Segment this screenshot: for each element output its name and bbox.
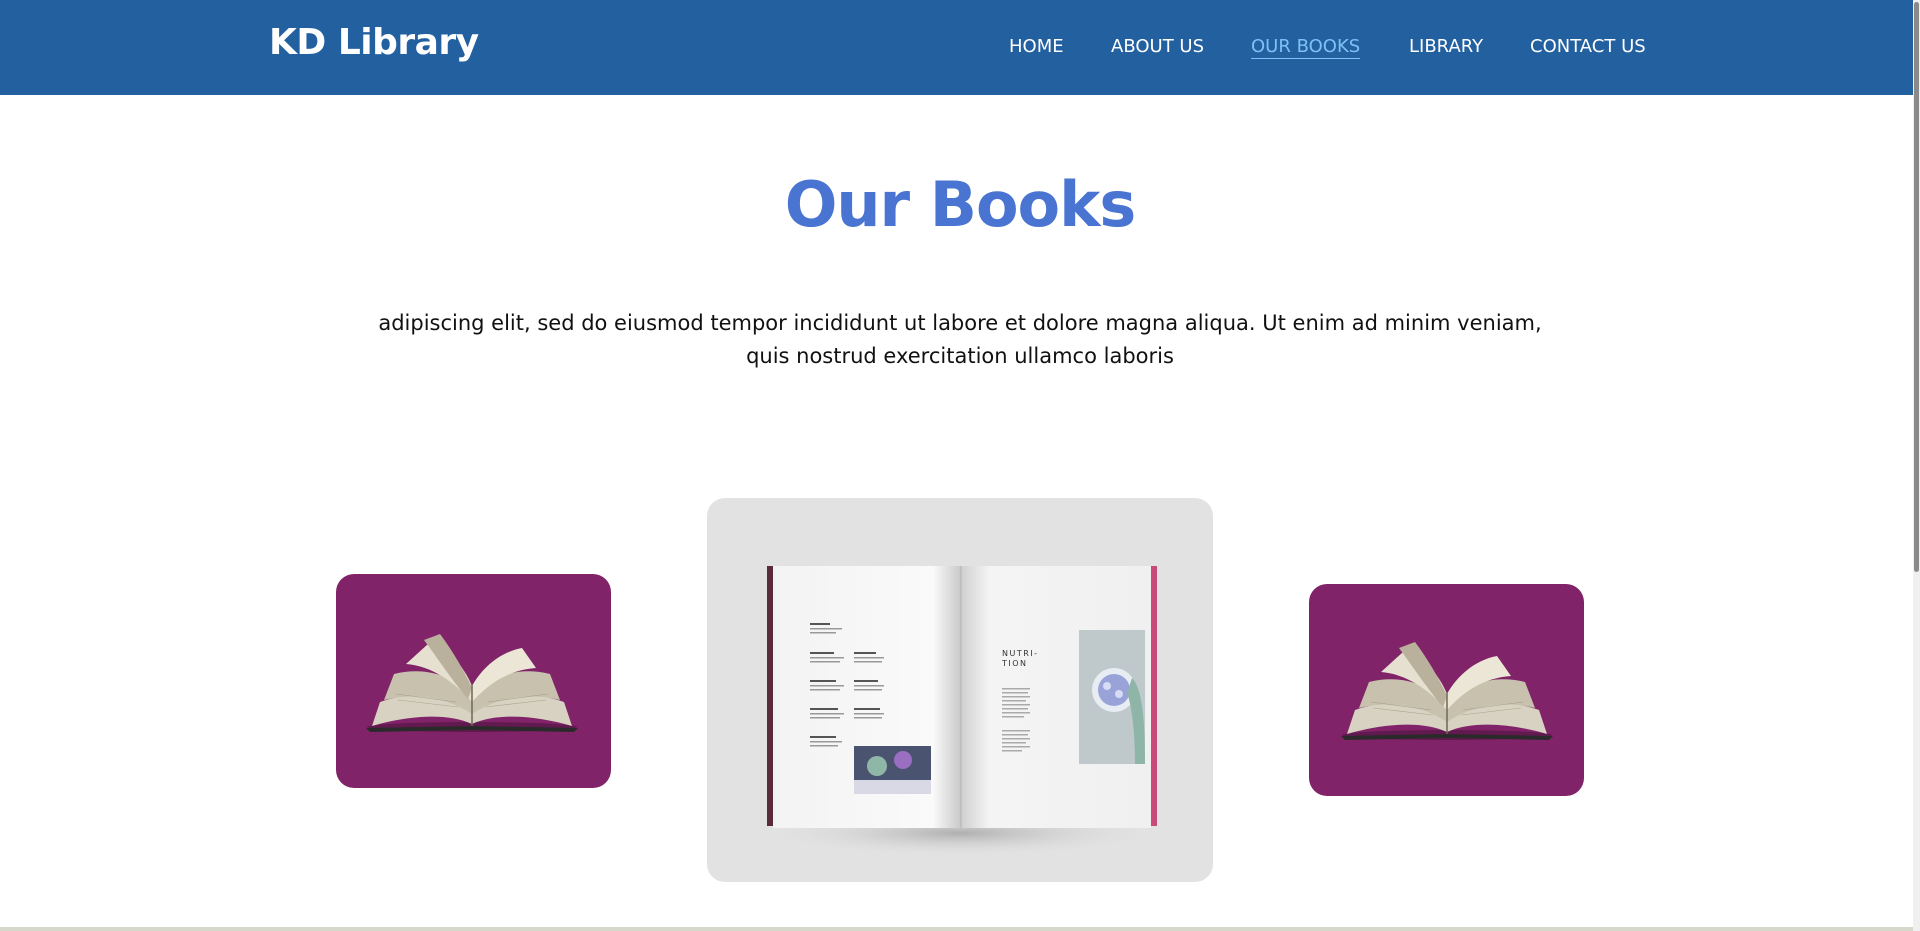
open-book-image — [366, 634, 578, 732]
navbar: KD Library HOME ABOUT US OUR BOOKS LIBRA… — [0, 0, 1920, 95]
nav-our-books[interactable]: OUR BOOKS — [1251, 36, 1361, 59]
open-magazine-image: NUTRI- TION — [760, 566, 1160, 857]
nav-contact-us[interactable]: CONTACT US — [1530, 36, 1646, 58]
nav-home[interactable]: HOME — [1009, 36, 1064, 58]
page-scrollbar[interactable] — [1913, 0, 1920, 931]
nav-about-us[interactable]: ABOUT US — [1111, 36, 1204, 58]
book-card-left[interactable] — [336, 574, 611, 788]
book-card-center[interactable]: NUTRI- TION — [707, 498, 1213, 882]
book-card-right[interactable] — [1309, 584, 1584, 796]
scrollbar-thumb[interactable] — [1914, 2, 1919, 572]
svg-text:TION: TION — [1001, 659, 1028, 668]
svg-text:NUTRI-: NUTRI- — [1002, 649, 1039, 658]
intro-text: adipiscing elit, sed do eiusmod tempor i… — [378, 311, 1542, 368]
main-nav: HOME ABOUT US OUR BOOKS LIBRARY CONTACT … — [0, 36, 1920, 66]
page-title: Our Books — [784, 168, 1137, 241]
nav-library[interactable]: LIBRARY — [1409, 36, 1483, 58]
open-book-image — [1341, 642, 1553, 740]
footer-divider — [0, 927, 1913, 931]
